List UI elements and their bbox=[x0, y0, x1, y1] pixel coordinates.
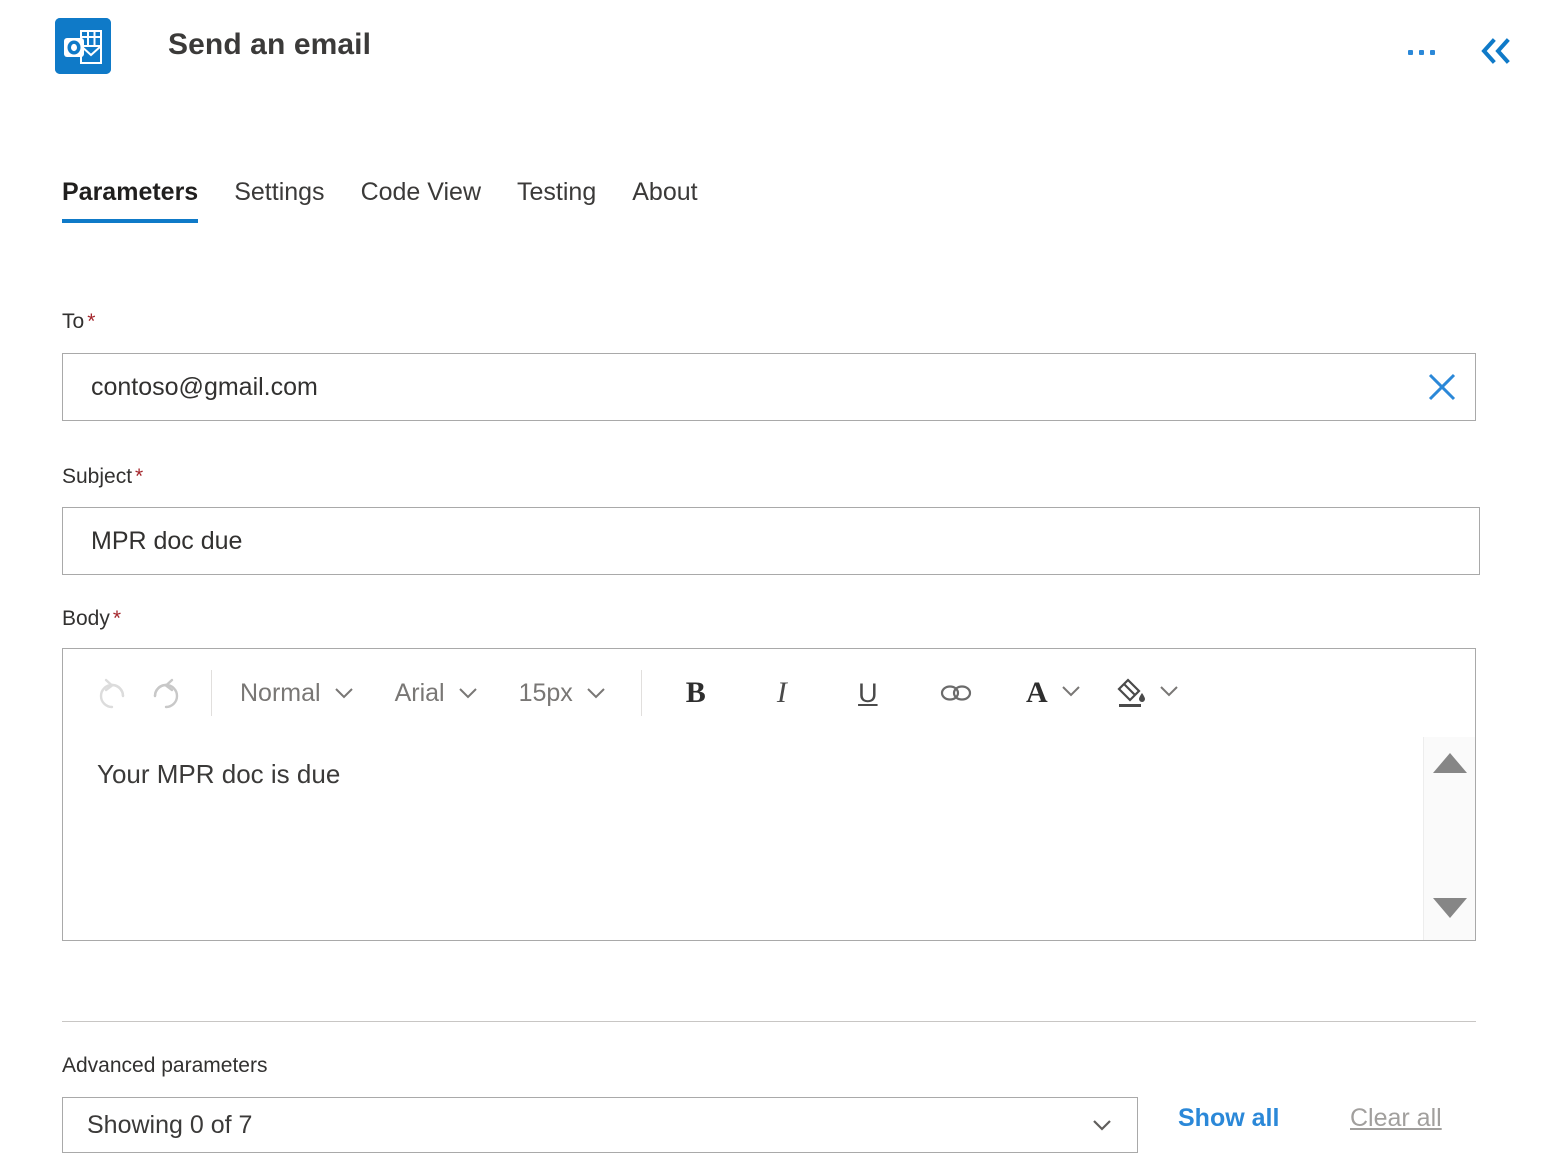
more-options-button[interactable] bbox=[1399, 30, 1443, 74]
tab-bar: Parameters Settings Code View Testing Ab… bbox=[62, 178, 734, 223]
body-field-label: Body * bbox=[62, 607, 121, 631]
subject-required-asterisk: * bbox=[135, 465, 144, 488]
tab-testing-label: Testing bbox=[517, 178, 597, 206]
collapse-button[interactable] bbox=[1471, 26, 1521, 76]
double-chevron-left-icon bbox=[1481, 38, 1510, 64]
underline-icon: U bbox=[858, 677, 878, 708]
insert-link-button[interactable] bbox=[924, 666, 988, 720]
ellipsis-icon bbox=[1407, 49, 1435, 55]
tab-settings[interactable]: Settings bbox=[234, 178, 360, 223]
subject-field-label: Subject * bbox=[62, 465, 143, 489]
paragraph-style-value: Normal bbox=[240, 678, 321, 707]
body-required-asterisk: * bbox=[112, 607, 122, 630]
tab-about-label: About bbox=[632, 178, 698, 206]
link-icon bbox=[940, 685, 971, 701]
body-text-area[interactable]: Your MPR doc is due bbox=[63, 737, 1475, 940]
highlight-color-button[interactable] bbox=[1104, 666, 1182, 720]
tab-code-view[interactable]: Code View bbox=[361, 178, 517, 223]
tab-settings-label: Settings bbox=[234, 178, 325, 206]
font-size-dropdown[interactable]: 15px bbox=[509, 666, 619, 720]
italic-icon: I bbox=[776, 676, 787, 709]
subject-label-text: Subject bbox=[62, 465, 133, 488]
scroll-up-arrow-icon[interactable] bbox=[1432, 753, 1467, 773]
tab-parameters-label: Parameters bbox=[62, 178, 199, 206]
to-clear-button[interactable] bbox=[1409, 370, 1475, 404]
chevron-down-icon bbox=[1058, 678, 1084, 709]
underline-button[interactable]: U bbox=[836, 666, 900, 720]
chevron-down-icon bbox=[583, 680, 609, 706]
to-input[interactable]: contoso@gmail.com bbox=[62, 353, 1476, 421]
subject-input[interactable]: MPR doc due bbox=[62, 507, 1480, 575]
tab-testing[interactable]: Testing bbox=[517, 178, 632, 223]
font-family-dropdown[interactable]: Arial bbox=[385, 666, 491, 720]
to-required-asterisk: * bbox=[87, 310, 96, 333]
tab-code-view-label: Code View bbox=[360, 178, 482, 206]
font-size-value: 15px bbox=[518, 678, 573, 707]
italic-button[interactable]: I bbox=[750, 666, 814, 720]
chevron-down-icon bbox=[1067, 1110, 1137, 1140]
subject-input-value: MPR doc due bbox=[91, 526, 243, 555]
show-all-link[interactable]: Show all bbox=[1178, 1104, 1279, 1133]
body-text-value: Your MPR doc is due bbox=[97, 759, 341, 789]
chevron-down-icon bbox=[331, 680, 357, 706]
font-color-button[interactable]: A bbox=[1012, 666, 1084, 720]
outlook-icon bbox=[55, 18, 111, 74]
tab-parameters[interactable]: Parameters bbox=[62, 178, 234, 223]
toolbar-separator-1 bbox=[211, 670, 212, 716]
section-divider bbox=[62, 1021, 1476, 1022]
body-label-text: Body bbox=[62, 607, 110, 630]
to-field-label: To * bbox=[62, 310, 95, 334]
to-label-text: To bbox=[62, 310, 85, 333]
redo-button[interactable] bbox=[139, 666, 193, 720]
advanced-parameters-select-value: Showing 0 of 7 bbox=[87, 1110, 253, 1139]
advanced-parameters-label: Advanced parameters bbox=[62, 1054, 268, 1077]
chevron-down-icon bbox=[1156, 678, 1182, 709]
scroll-down-arrow-icon[interactable] bbox=[1432, 898, 1467, 918]
undo-button[interactable] bbox=[85, 666, 139, 720]
to-input-value: contoso@gmail.com bbox=[91, 372, 318, 401]
redo-icon bbox=[153, 678, 179, 709]
close-icon bbox=[1428, 373, 1456, 401]
bold-button[interactable]: B bbox=[664, 666, 728, 720]
font-color-icon: A bbox=[1025, 676, 1048, 709]
font-family-value: Arial bbox=[394, 678, 445, 707]
body-rich-text-editor: Normal Arial 15px B I U A Your MPR doc i… bbox=[62, 648, 1476, 941]
toolbar-separator-2 bbox=[640, 670, 642, 716]
chevron-down-icon bbox=[455, 680, 481, 706]
editor-toolbar: Normal Arial 15px B I U A bbox=[63, 649, 1475, 737]
tab-about[interactable]: About bbox=[632, 178, 733, 223]
body-scrollbar[interactable] bbox=[1423, 737, 1475, 940]
page-title: Send an email bbox=[168, 28, 372, 61]
bold-icon: B bbox=[685, 676, 706, 709]
clear-all-link[interactable]: Clear all bbox=[1350, 1104, 1442, 1133]
panel-header: Send an email bbox=[0, 0, 1543, 108]
undo-icon bbox=[99, 678, 125, 709]
highlight-icon bbox=[1112, 676, 1152, 710]
advanced-parameters-select[interactable]: Showing 0 of 7 bbox=[62, 1097, 1138, 1153]
paragraph-style-dropdown[interactable]: Normal bbox=[230, 666, 367, 720]
